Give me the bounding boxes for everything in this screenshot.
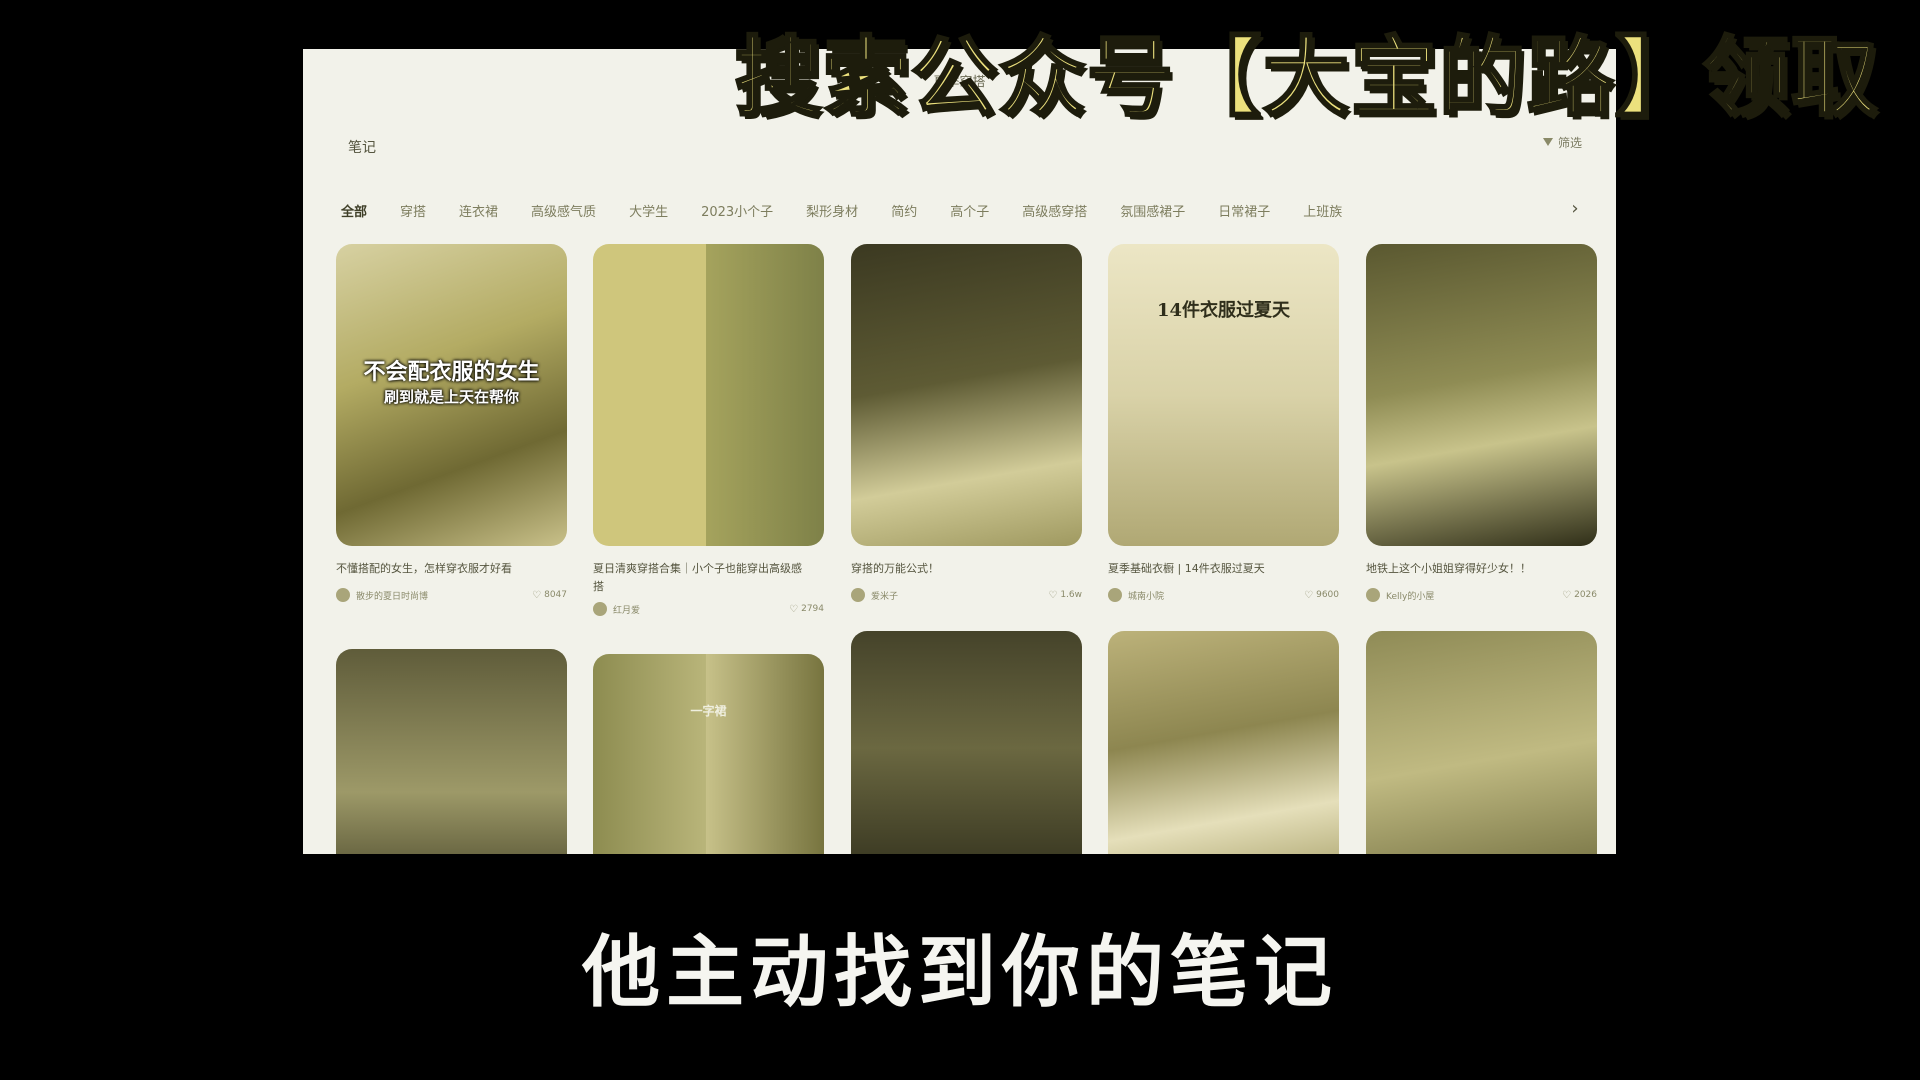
note-card[interactable] <box>336 649 567 854</box>
like-count: 1.6w <box>1060 590 1082 600</box>
avatar[interactable] <box>1108 588 1122 602</box>
note-cover-image[interactable] <box>336 649 567 854</box>
note-title[interactable]: 地铁上这个小姐姐穿得好少女！！ <box>1366 562 1597 576</box>
like-button[interactable]: ♡ 9600 <box>1304 590 1339 601</box>
like-count: 9600 <box>1316 590 1339 600</box>
note-card[interactable]: 14件衣服过夏天 夏季基础衣橱 | 14件衣服过夏天 城南小院 ♡ 9600 <box>1108 244 1339 602</box>
note-card[interactable]: 一字裙 <box>593 654 824 854</box>
like-button[interactable]: ♡ 8047 <box>532 590 567 601</box>
note-cover-image[interactable] <box>1108 631 1339 854</box>
cover-caption: 不会配衣服的女生 <box>363 360 540 385</box>
avatar[interactable] <box>851 588 865 602</box>
note-meta: Kelly的小屋 ♡ 2026 <box>1366 588 1597 602</box>
tab-elegant-outfit[interactable]: 高级感穿搭 <box>1022 201 1087 220</box>
tab-student[interactable]: 大学生 <box>629 201 668 220</box>
tab-daily-skirt[interactable]: 日常裙子 <box>1218 201 1270 220</box>
like-count: 8047 <box>544 590 567 600</box>
note-title-line-2[interactable]: 搭 <box>593 580 824 594</box>
note-title[interactable]: 穿搭的万能公式！ <box>851 562 1082 576</box>
note-meta: 爱米子 ♡ 1.6w <box>851 588 1082 602</box>
tab-elegant[interactable]: 高级感气质 <box>531 201 596 220</box>
note-cover-image[interactable] <box>1366 631 1597 854</box>
like-button[interactable]: ♡ 2026 <box>1562 590 1597 601</box>
note-card[interactable] <box>1366 631 1597 854</box>
tab-outfit[interactable]: 穿搭 <box>400 201 426 220</box>
like-count: 2026 <box>1574 590 1597 600</box>
note-meta: 散步的夏日时尚博 ♡ 8047 <box>336 588 567 602</box>
tab-vibe-skirt[interactable]: 氛围感裙子 <box>1120 201 1185 220</box>
cover-caption: 一字裙 <box>690 704 727 718</box>
note-cover-image[interactable]: 不会配衣服的女生 刷到就是上天在帮你 <box>336 244 567 546</box>
note-title[interactable]: 夏季基础衣橱 | 14件衣服过夏天 <box>1108 562 1339 576</box>
note-cover-image[interactable]: 一字裙 <box>593 654 824 854</box>
note-card[interactable]: 夏日清爽穿搭合集｜小个子也能穿出高级感 搭 红月爱 ♡ 2794 <box>593 244 824 616</box>
like-count: 2794 <box>801 604 824 614</box>
cover-caption: 14件衣服过夏天 <box>1156 300 1291 321</box>
like-button[interactable]: ♡ 2794 <box>789 604 824 615</box>
note-cover-image[interactable] <box>593 244 824 546</box>
filter-button[interactable]: 筛选 <box>1542 134 1582 151</box>
video-subtitle: 他主动找到你的笔记 <box>581 928 1338 1018</box>
avatar[interactable] <box>336 588 350 602</box>
tab-office[interactable]: 上班族 <box>1303 201 1342 220</box>
heart-icon: ♡ <box>789 603 799 615</box>
app-screen: 夏季穿搭 笔记 筛选 全部 穿搭 连衣裙 高级感气质 大学生 2023小个子 梨… <box>303 49 1616 854</box>
note-cover-image[interactable]: 14件衣服过夏天 <box>1108 244 1339 546</box>
category-tabs: 全部 穿搭 连衣裙 高级感气质 大学生 2023小个子 梨形身材 简约 高个子 … <box>341 198 1586 222</box>
tab-simple[interactable]: 简约 <box>891 201 917 220</box>
chevron-right-icon[interactable]: › <box>1564 198 1586 222</box>
note-title[interactable]: 不懂搭配的女生，怎样穿衣服才好看 <box>336 562 567 576</box>
avatar[interactable] <box>1366 588 1380 602</box>
heart-icon: ♡ <box>1048 589 1058 601</box>
note-cover-image[interactable] <box>851 244 1082 546</box>
filter-icon <box>1542 137 1553 148</box>
note-cover-image[interactable] <box>851 631 1082 854</box>
heart-icon: ♡ <box>532 589 542 601</box>
tab-tall[interactable]: 高个子 <box>950 201 989 220</box>
heart-icon: ♡ <box>1562 589 1572 601</box>
promo-banner: 搜索公众号【大宝的路】领取 <box>735 27 1879 130</box>
note-meta: 城南小院 ♡ 9600 <box>1108 588 1339 602</box>
note-card[interactable] <box>1108 631 1339 854</box>
note-cover-image[interactable] <box>1366 244 1597 546</box>
tab-dress[interactable]: 连衣裙 <box>459 201 498 220</box>
note-title[interactable]: 夏日清爽穿搭合集｜小个子也能穿出高级感 <box>593 562 824 576</box>
author-name[interactable]: 爱米子 <box>871 589 1048 602</box>
note-card[interactable]: 穿搭的万能公式！ 爱米子 ♡ 1.6w <box>851 244 1082 602</box>
author-name[interactable]: 散步的夏日时尚博 <box>356 589 532 602</box>
tab-petite[interactable]: 2023小个子 <box>701 201 773 220</box>
tab-all[interactable]: 全部 <box>341 201 367 220</box>
filter-label: 筛选 <box>1557 136 1582 150</box>
tab-pear-shape[interactable]: 梨形身材 <box>806 201 858 220</box>
author-name[interactable]: Kelly的小屋 <box>1386 589 1562 602</box>
author-name[interactable]: 城南小院 <box>1128 589 1304 602</box>
like-button[interactable]: ♡ 1.6w <box>1048 590 1082 601</box>
note-card[interactable] <box>851 631 1082 854</box>
note-card[interactable]: 不会配衣服的女生 刷到就是上天在帮你 不懂搭配的女生，怎样穿衣服才好看 散步的夏… <box>336 244 567 602</box>
note-card[interactable]: 地铁上这个小姐姐穿得好少女！！ Kelly的小屋 ♡ 2026 <box>1366 244 1597 602</box>
page-title: 笔记 <box>348 140 376 156</box>
cover-subcaption: 刷到就是上天在帮你 <box>383 388 519 406</box>
avatar[interactable] <box>593 602 607 616</box>
author-name[interactable]: 红月爱 <box>613 603 789 616</box>
note-meta: 红月爱 ♡ 2794 <box>593 602 824 616</box>
heart-icon: ♡ <box>1304 589 1314 601</box>
